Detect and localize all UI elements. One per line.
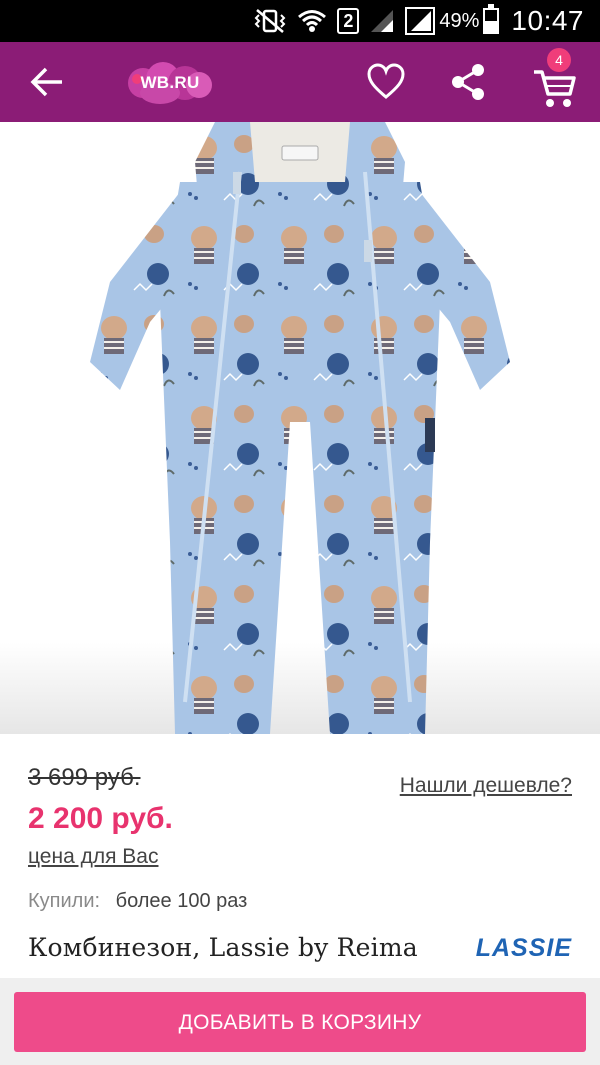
jumpsuit-image [90, 122, 510, 734]
purchase-count-value: более 100 раз [115, 890, 248, 912]
heart-icon [367, 63, 405, 99]
current-price: 2 200 руб. [28, 802, 173, 835]
purchase-count-label: Купили: [28, 890, 101, 912]
signal-icon [369, 8, 395, 34]
add-to-cart-button[interactable]: ДОБАВИТЬ В КОРЗИНУ [14, 992, 586, 1052]
cart-count-badge: 4 [547, 48, 571, 72]
product-image[interactable] [0, 122, 600, 734]
vibrate-icon [253, 8, 287, 34]
wifi-icon [297, 8, 327, 34]
battery-percent: 49% [439, 9, 480, 32]
share-icon [452, 64, 484, 100]
battery-icon [483, 4, 500, 34]
clock: 10:47 [511, 5, 584, 36]
brand-logo[interactable]: LASSIE [476, 934, 572, 963]
wb-logo[interactable]: WB.RU [128, 62, 212, 104]
logo-text: WB.RU [140, 73, 200, 92]
favorite-button[interactable] [366, 62, 406, 102]
status-bar: 2 49% 10:47 [0, 0, 600, 42]
found-cheaper-link[interactable]: Нашли дешевле? [400, 774, 572, 798]
product-title: Комбинезон, Lassie by Reima [28, 933, 418, 962]
signal-2-icon [405, 7, 436, 35]
purchase-count: Купили: более 100 раз [28, 890, 247, 913]
back-button[interactable] [28, 64, 68, 100]
back-arrow-icon [30, 67, 62, 97]
app-bar: WB.RU [0, 42, 600, 122]
old-price: 3 699 руб. [28, 764, 141, 791]
share-button[interactable] [448, 62, 488, 102]
price-for-you-link[interactable]: цена для Вас [28, 845, 158, 869]
sim-icon: 2 [337, 8, 360, 34]
